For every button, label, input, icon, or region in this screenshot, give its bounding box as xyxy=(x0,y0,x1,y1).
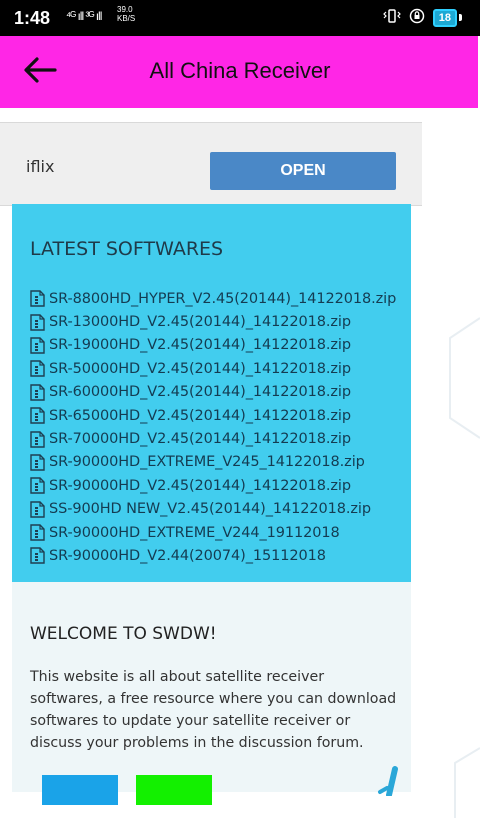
software-link[interactable]: SR-90000HD_V2.45(20144)_14122018.zip xyxy=(28,474,396,497)
software-name: SR-90000HD_V2.45(20144)_14122018.zip xyxy=(49,477,351,494)
software-link[interactable]: SS-900HD NEW_V2.45(20144)_14122018.zip xyxy=(28,498,396,521)
network-speed: 39.0 KB/S xyxy=(117,5,135,23)
software-name: SR-19000HD_V2.45(20144)_14122018.zip xyxy=(49,337,351,354)
lock-rotation-icon xyxy=(409,8,425,27)
app-title: All China Receiver xyxy=(149,58,331,83)
file-archive-icon xyxy=(28,524,46,542)
file-archive-icon xyxy=(28,547,46,565)
software-link[interactable]: SR-50000HD_V2.45(20144)_14122018.zip xyxy=(28,357,396,380)
software-name: SR-70000HD_V2.45(20144)_14122018.zip xyxy=(49,431,351,448)
battery-tip xyxy=(459,14,462,21)
iflix-label: iflix xyxy=(26,157,55,176)
software-name: SR-60000HD_V2.45(20144)_14122018.zip xyxy=(49,384,351,401)
file-archive-icon xyxy=(28,290,46,308)
software-name: SR-8800HD_HYPER_V2.45(20144)_14122018.zi… xyxy=(49,290,397,307)
software-link[interactable]: SR-13000HD_V2.45(20144)_14122018.zip xyxy=(28,310,396,333)
network-speed-unit: KB/S xyxy=(117,14,136,23)
software-link[interactable]: SR-70000HD_V2.45(20144)_14122018.zip xyxy=(28,427,396,450)
latest-softwares-panel: LATEST SOFTWARES SR-8800HD_HYPER_V2.45(2… xyxy=(12,204,411,582)
iflix-card: iflix OPEN xyxy=(0,122,422,206)
file-archive-icon xyxy=(28,500,46,518)
software-name: SR-65000HD_V2.45(20144)_14122018.zip xyxy=(49,407,351,424)
latest-softwares-title: LATEST SOFTWARES xyxy=(30,238,224,260)
background-hex-decoration xyxy=(449,317,480,818)
software-name: SR-90000HD_V2.44(20074)_15112018 xyxy=(49,547,326,564)
software-link[interactable]: SR-90000HD_EXTREME_V244_19112018 xyxy=(28,521,396,544)
network-speed-value: 39.0 xyxy=(117,5,133,14)
software-name: SR-50000HD_V2.45(20144)_14122018.zip xyxy=(49,360,351,377)
software-link[interactable]: SR-60000HD_V2.45(20144)_14122018.zip xyxy=(28,381,396,404)
software-link[interactable]: SR-19000HD_V2.45(20144)_14122018.zip xyxy=(28,334,396,357)
welcome-panel: WELCOME TO SWDW! This website is all abo… xyxy=(12,582,411,805)
status-icons: 18 xyxy=(382,8,462,27)
file-archive-icon xyxy=(28,430,46,448)
software-name: SR-13000HD_V2.45(20144)_14122018.zip xyxy=(49,314,351,331)
status-bar: 1:48 ⁴ᴳ ıll ³ᴳ ıll 39.0 KB/S 18 xyxy=(0,0,480,36)
page-content[interactable]: iflix OPEN LATEST SOFTWARES SR-8800HD_HY… xyxy=(0,108,480,818)
file-archive-icon xyxy=(28,407,46,425)
open-button[interactable]: OPEN xyxy=(210,152,396,190)
file-archive-icon xyxy=(28,360,46,378)
software-name: SS-900HD NEW_V2.45(20144)_14122018.zip xyxy=(49,501,371,518)
vibrate-icon xyxy=(382,9,401,26)
battery-icon: 18 xyxy=(432,8,457,27)
signal-indicator: ⁴ᴳ ıll ³ᴳ ıll xyxy=(66,9,102,23)
welcome-text: This website is all about satellite rece… xyxy=(30,669,397,751)
green-tile-button[interactable] xyxy=(136,775,212,805)
welcome-title: WELCOME TO SWDW! xyxy=(30,624,217,644)
file-archive-icon xyxy=(28,336,46,354)
software-name: SR-90000HD_EXTREME_V244_19112018 xyxy=(49,524,340,541)
file-archive-icon xyxy=(28,383,46,401)
file-archive-icon xyxy=(28,477,46,495)
blue-tile-button[interactable] xyxy=(42,775,118,805)
software-link[interactable]: SR-8800HD_HYPER_V2.45(20144)_14122018.zi… xyxy=(28,287,396,310)
tool-icon xyxy=(378,766,398,796)
software-link[interactable]: SR-90000HD_V2.44(20074)_15112018 xyxy=(28,544,396,567)
status-time: 1:48 xyxy=(14,8,51,28)
software-name: SR-90000HD_EXTREME_V245_14122018.zip xyxy=(49,454,365,471)
app-bar: All China Receiver xyxy=(0,36,478,108)
file-archive-icon xyxy=(28,313,46,331)
file-archive-icon xyxy=(28,453,46,471)
software-list: SR-8800HD_HYPER_V2.45(20144)_14122018.zi… xyxy=(28,287,396,568)
software-link[interactable]: SR-65000HD_V2.45(20144)_14122018.zip xyxy=(28,404,396,427)
software-link[interactable]: SR-90000HD_EXTREME_V245_14122018.zip xyxy=(28,451,396,474)
